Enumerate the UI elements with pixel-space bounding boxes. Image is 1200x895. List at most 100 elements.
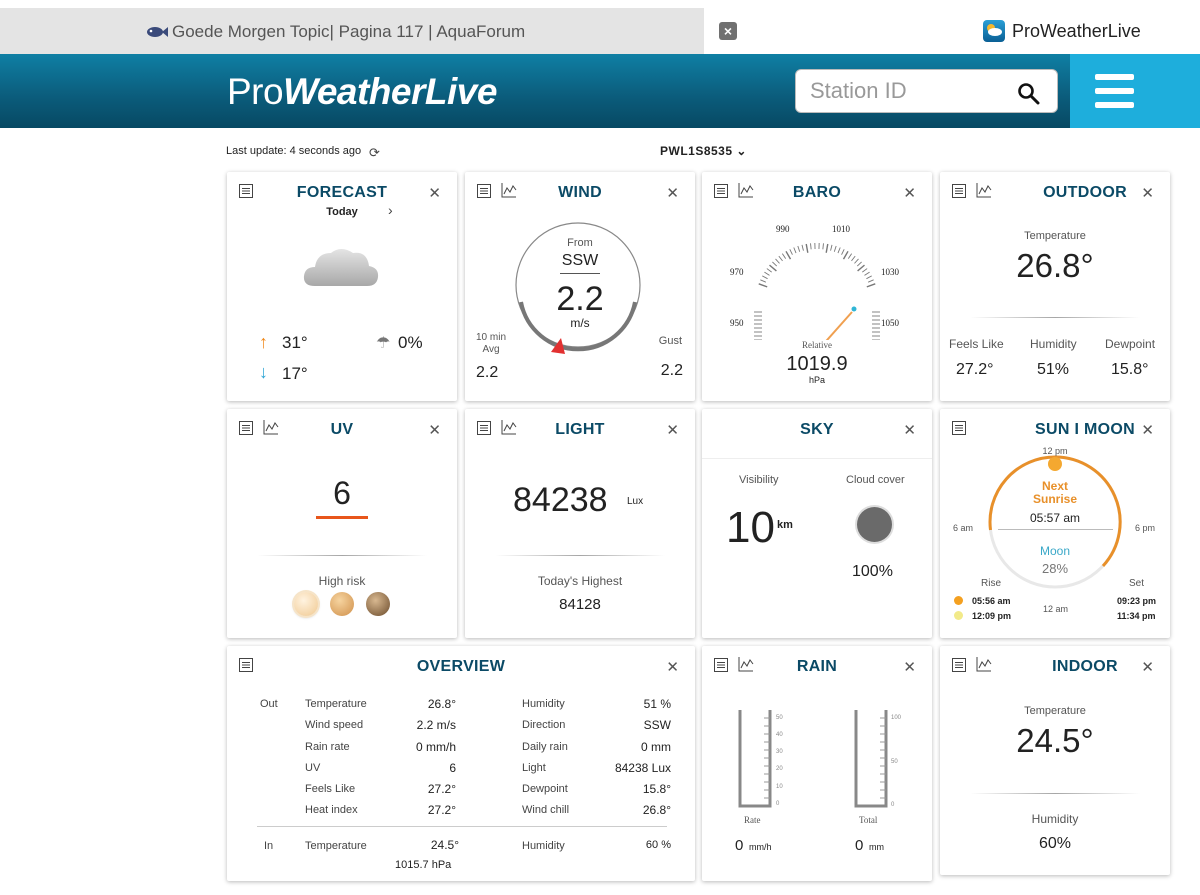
total-tick: 0 <box>891 802 895 808</box>
overview-value: 1015.7 hPa <box>395 859 452 871</box>
sun-moon-divider <box>998 529 1113 530</box>
baro-unit: hPa <box>808 375 825 385</box>
wind-gust-label: Gust <box>658 335 682 347</box>
rate-tick: 0 <box>776 801 780 807</box>
cloud-cover-value: 100% <box>852 563 893 580</box>
close-icon[interactable]: ✕ <box>428 184 441 202</box>
details-icon[interactable] <box>952 421 966 435</box>
indoor-humidity: 60% <box>1038 835 1072 852</box>
moon-rise-time: 12:09 pm <box>972 611 1012 621</box>
rain-rate-value: 0 <box>735 837 744 854</box>
cloud-icon <box>303 249 379 286</box>
overview-value: SSW <box>643 718 671 732</box>
sun-icon <box>954 596 963 605</box>
site-header: ProWeatherLive <box>0 54 1200 128</box>
baro-gauge <box>754 243 880 340</box>
outdoor-feels-label: Feels Like <box>949 337 1004 351</box>
noon-label: 12 pm <box>1042 446 1068 456</box>
close-icon[interactable]: ✕ <box>666 184 679 202</box>
forecast-day: Today <box>326 206 358 218</box>
close-icon[interactable]: ✕ <box>428 421 441 439</box>
divider <box>970 317 1140 318</box>
active-tab-title[interactable]: ProWeatherLive <box>1012 21 1141 42</box>
close-icon[interactable]: ✕ <box>903 184 916 202</box>
visibility-unit: km <box>777 519 793 531</box>
baro-title: BARO <box>792 184 842 201</box>
overview-divider <box>257 826 667 827</box>
close-icon[interactable]: ✕ <box>1141 184 1154 202</box>
rain-total-value: 0 <box>855 837 864 854</box>
details-icon[interactable] <box>952 184 966 198</box>
station-selector[interactable]: PWL1S8535 ⌄ <box>660 144 747 158</box>
close-tab-icon[interactable]: × <box>719 22 737 40</box>
midnight-label: 12 am <box>1043 604 1069 614</box>
overview-label: Rain rate <box>305 741 350 753</box>
search-icon[interactable] <box>1016 81 1040 105</box>
details-icon[interactable] <box>952 658 966 672</box>
sky-header-divider <box>702 458 932 459</box>
wind-card: WIND ✕ From SSW 2.2 m/s 10 min Avg 2.2 Gu… <box>465 172 695 401</box>
out-label: Out <box>260 698 278 710</box>
close-icon[interactable]: ✕ <box>666 421 679 439</box>
overview-value: 24.5° <box>430 838 459 852</box>
wind-speed: 2.2 <box>556 280 604 318</box>
outdoor-humidity: 51% <box>1037 361 1070 378</box>
hamburger-menu-icon[interactable] <box>1070 54 1200 128</box>
set-label: Set <box>1129 578 1145 589</box>
refresh-icon[interactable]: ⟳ <box>369 145 380 161</box>
uv-card: UV ✕ 6 High risk <box>227 409 457 638</box>
chevron-right-icon[interactable]: › <box>388 202 393 218</box>
sun-moon-card: SUN I MOON ✕ 12 pm 6 am 6 pm Next Sunrise… <box>940 409 1170 638</box>
outdoor-card: OUTDOOR ✕ Temperature 26.8° Feels Like 2… <box>940 172 1170 401</box>
wind-unit: m/s <box>570 316 590 330</box>
uv-value: 6 <box>333 475 351 511</box>
overview-label: Direction <box>522 719 566 731</box>
overview-label: UV <box>305 762 321 774</box>
light-title: LIGHT <box>555 421 605 438</box>
overview-value: 0 mm <box>641 740 671 754</box>
visibility-value: 10 <box>726 503 775 552</box>
outdoor-humidity-label: Humidity <box>1030 337 1077 351</box>
indoor-temp: 24.5° <box>1016 722 1094 759</box>
baro-card: BARO ✕ 950 970 990 1010 1030 1050 Relati… <box>702 172 932 401</box>
chevron-down-icon: ⌄ <box>736 144 747 158</box>
sun-moon-title: SUN I MOON <box>1035 421 1135 438</box>
moon-phase: 28% <box>1041 561 1069 576</box>
cloud-cover-indicator <box>857 507 892 542</box>
light-card: LIGHT ✕ 84238 Lux Today's Highest 84128 <box>465 409 695 638</box>
rain-rate-label: Rate <box>744 815 761 825</box>
station-id-input[interactable] <box>810 79 1010 103</box>
outdoor-title: OUTDOOR <box>1043 184 1127 201</box>
close-icon[interactable]: ✕ <box>666 658 679 676</box>
close-icon[interactable]: ✕ <box>1141 658 1154 676</box>
overview-value: 51 % <box>643 697 671 711</box>
rate-tick: 10 <box>776 784 783 790</box>
fish-icon <box>147 27 168 37</box>
close-icon[interactable]: ✕ <box>903 658 916 676</box>
wind-title: WIND <box>558 184 602 201</box>
rain-rate-gauge <box>738 710 772 808</box>
cloud-cover-label: Cloud cover <box>846 474 905 486</box>
forecast-high: 31° <box>282 333 308 352</box>
wind-direction-underline <box>560 273 600 274</box>
close-icon[interactable]: ✕ <box>903 421 916 439</box>
site-logo[interactable]: ProWeatherLive <box>227 71 497 113</box>
total-tick: 50 <box>891 759 898 765</box>
forecast-precip: 0% <box>398 333 423 352</box>
baro-relative-label: Relative <box>802 340 832 350</box>
rate-tick: 20 <box>776 766 783 772</box>
inactive-tab[interactable]: Goede Morgen Topic| Pagina 117 | AquaFor… <box>0 8 704 54</box>
baro-value: 1019.9 <box>786 353 848 375</box>
overview-label: Heat index <box>305 804 358 816</box>
browser-tab-strip: Goede Morgen Topic| Pagina 117 | AquaFor… <box>0 0 1200 54</box>
overview-value: 6 <box>449 761 456 775</box>
sun-rise-time: 05:56 am <box>972 596 1011 606</box>
outdoor-temp-label: Temperature <box>1024 230 1086 242</box>
close-icon[interactable]: ✕ <box>1141 421 1154 439</box>
sun-set-time: 09:23 pm <box>1117 596 1157 606</box>
indoor-title: INDOOR <box>1052 658 1118 675</box>
overview-value: 27.2° <box>427 803 456 817</box>
indoor-temp-label: Temperature <box>1024 705 1086 717</box>
outdoor-dewpoint: 15.8° <box>1111 361 1149 378</box>
sky-card: SKY ✕ Visibility 10 km Cloud cover 100% <box>702 409 932 638</box>
